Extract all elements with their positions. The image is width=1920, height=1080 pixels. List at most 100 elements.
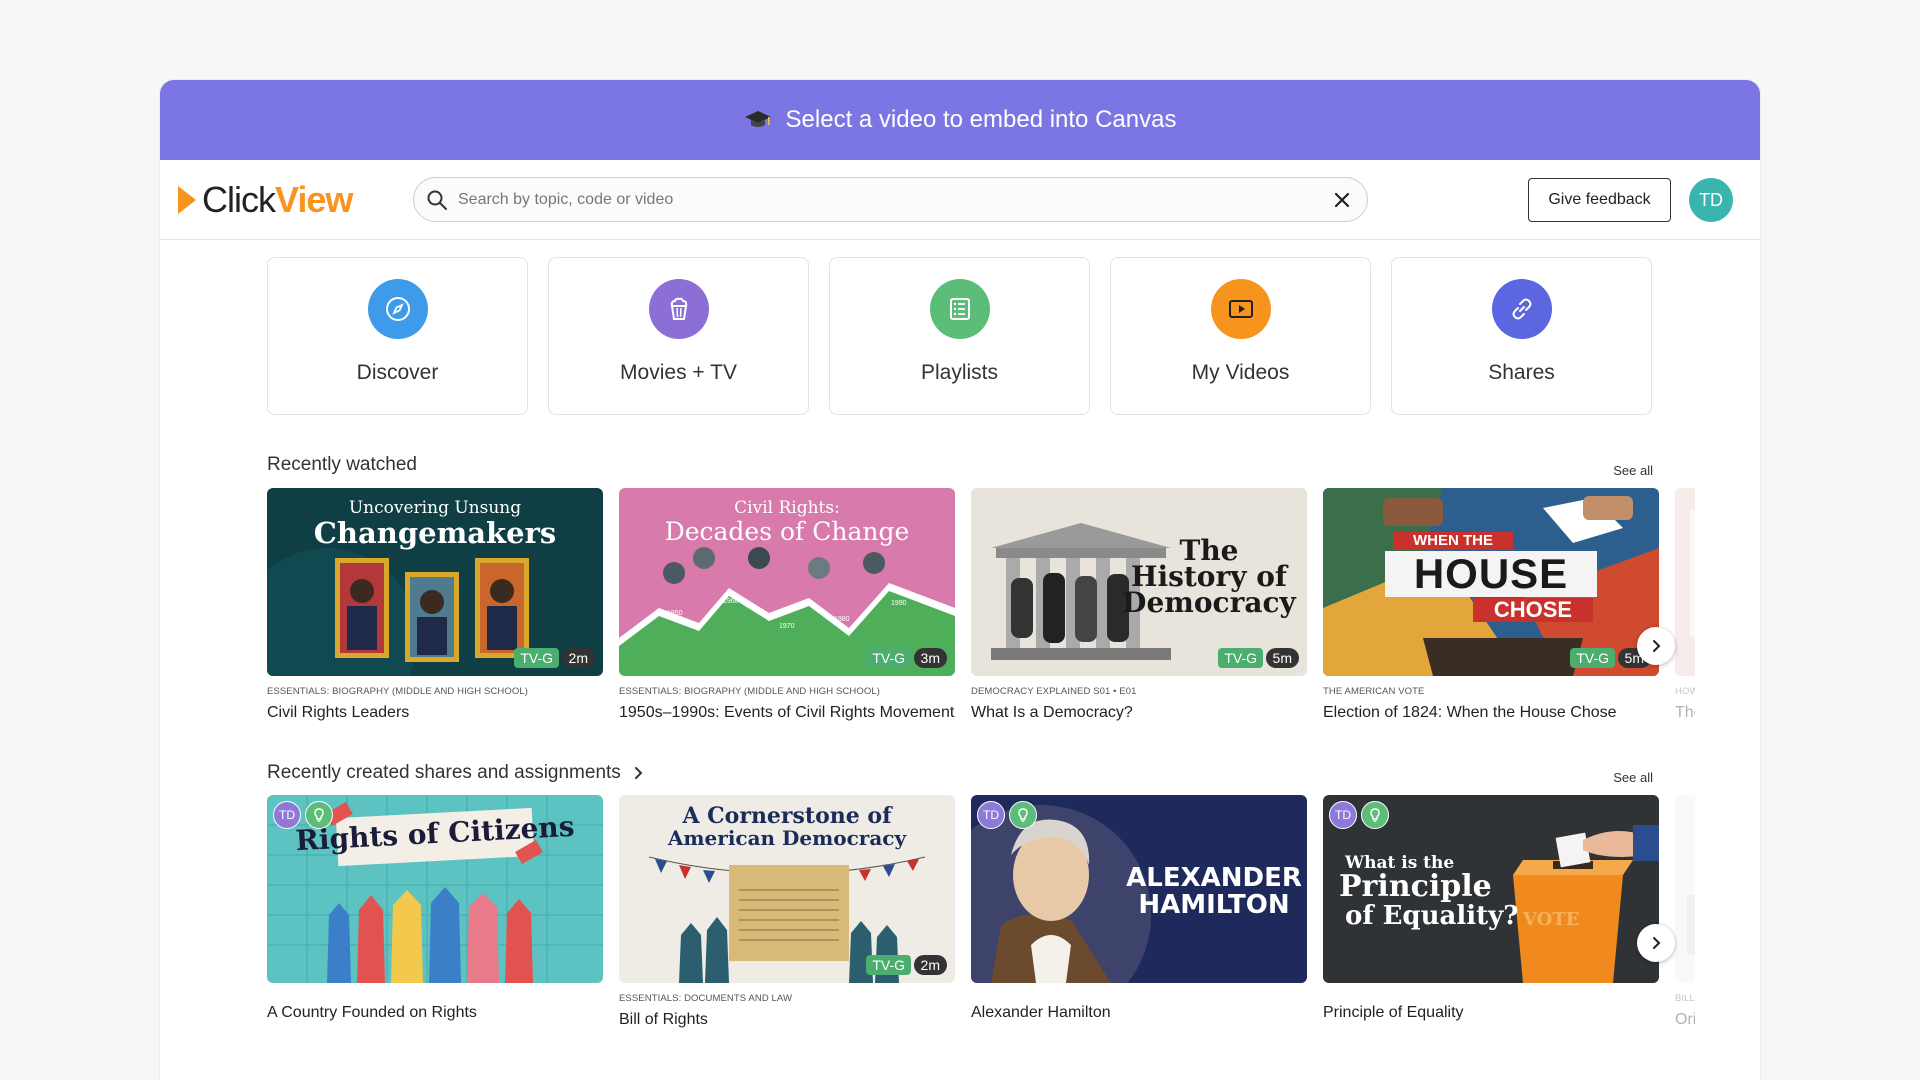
nav-card-discover[interactable]: Discover xyxy=(267,257,528,415)
video-title[interactable]: Orig xyxy=(1675,1008,1695,1031)
logo-play-icon xyxy=(178,186,196,214)
nav-cards: Discover Movies + TV Playlists My Videos… xyxy=(267,257,1652,415)
video-title[interactable]: The xyxy=(1675,701,1695,724)
thumbnail-title-line: HAMILTON xyxy=(1138,890,1290,920)
thumbnail-title-line: Changemakers xyxy=(313,516,557,550)
video-thumbnail[interactable]: A Cornerstone of American Democracy TV-G… xyxy=(619,795,955,983)
share-card-partial[interactable]: Bill o Orig xyxy=(1675,795,1695,1031)
thumbnail-title-line: ALEXANDER xyxy=(1126,863,1302,893)
share-card[interactable]: Rights of Citizens TD A Country Founded … xyxy=(267,795,603,1024)
video-card[interactable]: WHEN THE HOUSE CHOSE TV-G 5m The America… xyxy=(1323,488,1659,724)
section-title-text: Recently created shares and assignments xyxy=(267,762,621,783)
thumbnail-title-line: WHEN THE xyxy=(1393,532,1513,550)
video-title[interactable]: Civil Rights Leaders xyxy=(267,701,603,724)
search-icon xyxy=(426,189,448,211)
video-thumbnail[interactable]: What is the Principle of Equality? VOTE … xyxy=(1323,795,1659,983)
clear-search-icon[interactable] xyxy=(1331,189,1353,211)
section-title-text: Recently watched xyxy=(267,454,417,475)
search-input[interactable] xyxy=(458,190,1331,209)
logo-text-click: Click xyxy=(202,179,276,220)
thumbnail-title-line: Democracy xyxy=(1122,586,1296,619)
video-thumbnail[interactable] xyxy=(1675,488,1695,676)
timeline-year: 1960 xyxy=(723,598,739,605)
video-title[interactable]: 1950s–1990s: Events of Civil Rights Move… xyxy=(619,701,955,724)
video-card[interactable]: Uncovering Unsung Changemakers TV-G 2m E… xyxy=(267,488,603,724)
video-title[interactable]: Election of 1824: When the House Chose xyxy=(1323,701,1659,724)
recently-created-see-all[interactable]: See all xyxy=(1613,770,1653,785)
scroll-right-button[interactable] xyxy=(1637,627,1675,665)
recently-created-title[interactable]: Recently created shares and assignments xyxy=(267,762,645,784)
video-title[interactable]: A Country Founded on Rights xyxy=(267,1001,603,1024)
recently-watched-title: Recently watched xyxy=(267,454,417,476)
video-thumbnail[interactable]: Civil Rights: Decades of Change 1950 196… xyxy=(619,488,955,676)
owner-avatar: TD xyxy=(1329,801,1357,829)
lightbulb-icon xyxy=(305,801,333,829)
owner-badges: TD xyxy=(1329,801,1389,829)
rating-badge: TV-G xyxy=(1570,648,1615,668)
nav-card-playlists[interactable]: Playlists xyxy=(829,257,1090,415)
give-feedback-button[interactable]: Give feedback xyxy=(1528,178,1671,222)
series-label: The American Vote xyxy=(1323,686,1425,697)
compass-icon xyxy=(367,279,428,339)
thumbnail-title-line: Decades of Change xyxy=(664,517,910,546)
duration-badge: 2m xyxy=(561,648,595,668)
clickview-logo[interactable]: Click View xyxy=(178,179,353,220)
duration-badge: 2m xyxy=(913,955,947,975)
recently-watched-see-all[interactable]: See all xyxy=(1613,463,1653,478)
duration-badge: 3m xyxy=(913,648,947,668)
scroll-right-button[interactable] xyxy=(1637,924,1675,962)
thumbnail-title-line: American Democracy xyxy=(667,826,907,850)
owner-badges: TD xyxy=(977,801,1037,829)
thumbnail-art xyxy=(1687,895,1695,955)
owner-avatar: TD xyxy=(977,801,1005,829)
share-card[interactable]: ALEXANDER HAMILTON TD Alexander Hamilton xyxy=(971,795,1307,1024)
timeline-year: 1970 xyxy=(779,623,795,630)
video-title[interactable]: Bill of Rights xyxy=(619,1008,955,1031)
rating-badge: TV-G xyxy=(866,648,911,668)
app-window: Select a video to embed into Canvas Clic… xyxy=(160,80,1760,1080)
nav-card-movies-tv[interactable]: Movies + TV xyxy=(548,257,809,415)
embed-banner: Select a video to embed into Canvas xyxy=(160,80,1760,160)
graduation-cap-icon xyxy=(744,109,772,131)
series-label: Essentials: Biography (Middle and High S… xyxy=(619,686,880,697)
series-label: Essentials: Biography (Middle and High S… xyxy=(267,686,528,697)
logo-text-view: View xyxy=(275,179,353,220)
nav-label: Movies + TV xyxy=(620,361,737,384)
video-thumbnail[interactable]: The History of Democracy TV-G 5m xyxy=(971,488,1307,676)
timeline-year: 1980 xyxy=(834,616,850,623)
nav-label: My Videos xyxy=(1191,361,1290,384)
nav-label: Discover xyxy=(356,361,439,384)
user-avatar[interactable]: TD xyxy=(1689,178,1733,222)
duration-badge: 5m xyxy=(1265,648,1299,668)
video-thumbnail[interactable]: ALEXANDER HAMILTON TD xyxy=(971,795,1307,983)
lightbulb-icon xyxy=(1361,801,1389,829)
thumbnail-title-line: of Equality? xyxy=(1345,901,1519,931)
thumbnail-title-line: Uncovering Unsung xyxy=(348,498,522,518)
video-card[interactable]: The History of Democracy TV-G 5m Democra… xyxy=(971,488,1307,724)
share-card[interactable]: A Cornerstone of American Democracy TV-G… xyxy=(619,795,955,1031)
search-bar xyxy=(413,177,1368,222)
timeline-year: 1950 xyxy=(667,610,683,617)
video-title[interactable]: Principle of Equality xyxy=(1323,1001,1659,1024)
nav-card-shares[interactable]: Shares xyxy=(1391,257,1652,415)
series-label: Essentials: Documents and Law xyxy=(619,993,793,1004)
thumbnail-title-line: Civil Rights: xyxy=(734,498,840,518)
video-thumbnail[interactable]: Rights of Citizens TD xyxy=(267,795,603,983)
video-thumbnail[interactable]: WHEN THE HOUSE CHOSE TV-G 5m xyxy=(1323,488,1659,676)
owner-badges: TD xyxy=(273,801,333,829)
video-title[interactable]: What Is a Democracy? xyxy=(971,701,1307,724)
video-title[interactable]: Alexander Hamilton xyxy=(971,1001,1307,1024)
lightbulb-icon xyxy=(1009,801,1037,829)
nav-card-my-videos[interactable]: My Videos xyxy=(1110,257,1371,415)
video-thumbnail[interactable]: Uncovering Unsung Changemakers TV-G 2m xyxy=(267,488,603,676)
video-card[interactable]: Civil Rights: Decades of Change 1950 196… xyxy=(619,488,955,724)
recently-created-row: Rights of Citizens TD A Country Founded … xyxy=(267,795,1695,1055)
share-card[interactable]: What is the Principle of Equality? VOTE … xyxy=(1323,795,1659,1024)
video-thumbnail[interactable] xyxy=(1675,795,1695,983)
banner-text: Select a video to embed into Canvas xyxy=(785,106,1177,133)
series-label: Democracy Explained S01 • E01 xyxy=(971,686,1137,697)
chevron-right-icon xyxy=(634,767,643,779)
link-icon xyxy=(1491,279,1552,339)
rating-badge: TV-G xyxy=(514,648,559,668)
video-card-partial[interactable]: How W The xyxy=(1675,488,1695,724)
